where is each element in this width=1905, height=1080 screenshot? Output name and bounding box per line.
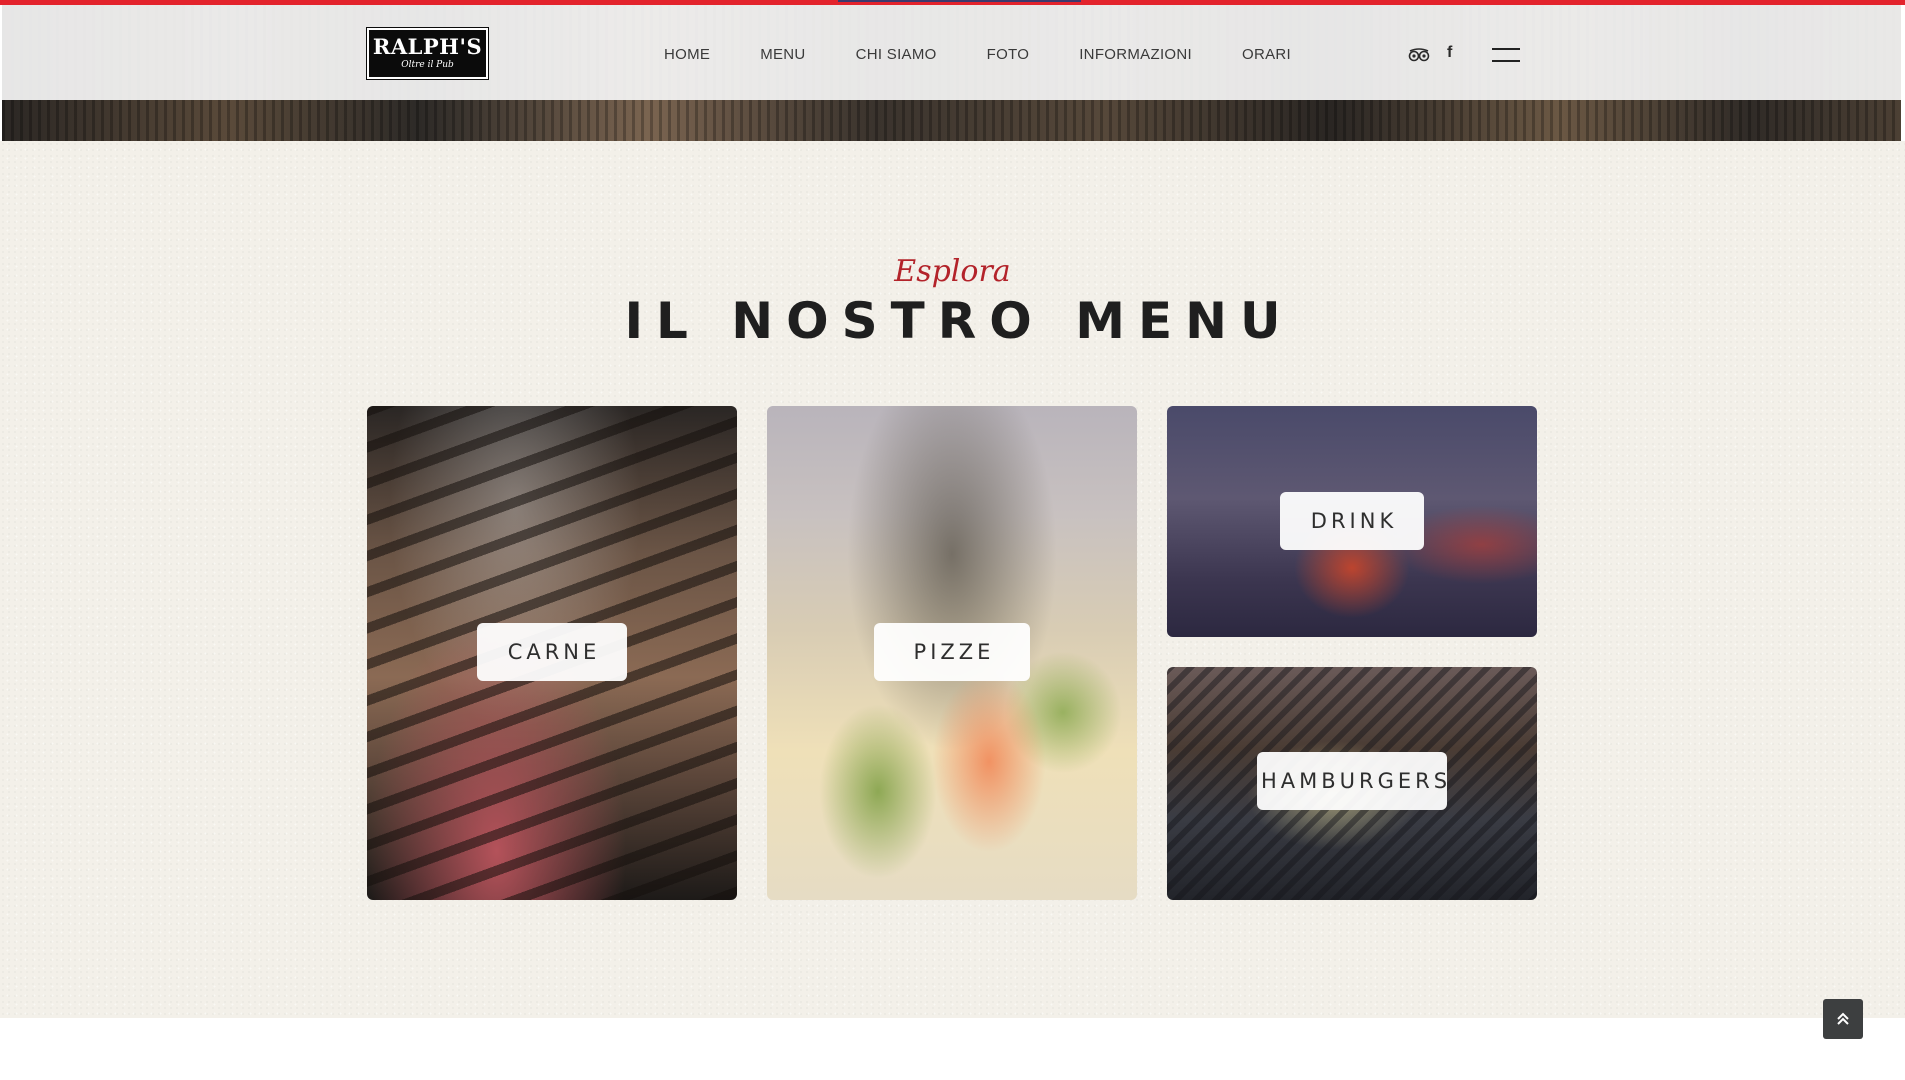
top-accent-bar	[0, 0, 1905, 5]
nav-item-orari[interactable]: ORARI	[1242, 46, 1291, 63]
nav-item-foto[interactable]: FOTO	[987, 46, 1030, 63]
site-logo[interactable]: RALPH'S Oltre il Pub	[366, 27, 489, 80]
nav-item-home[interactable]: HOME	[664, 46, 710, 63]
menu-card-drink[interactable]: DRINK	[1167, 406, 1537, 637]
section-title: IL NOSTRO MENU	[624, 292, 1294, 350]
main-navigation: HOME MENU CHI SIAMO FOTO INFORMAZIONI OR…	[664, 44, 1291, 64]
nav-item-informazioni[interactable]: INFORMAZIONI	[1079, 46, 1192, 63]
menu-card-carne[interactable]: CARNE	[367, 406, 737, 900]
facebook-icon[interactable]: f	[1447, 43, 1452, 63]
nav-item-menu[interactable]: MENU	[760, 46, 805, 63]
double-chevron-up-icon	[1837, 1012, 1849, 1025]
hamburger-menu-icon[interactable]	[1492, 48, 1520, 62]
menu-card-label[interactable]: CARNE	[477, 623, 627, 681]
nav-item-chi-siamo[interactable]: CHI SIAMO	[856, 46, 937, 63]
logo-tagline: Oltre il Pub	[401, 60, 454, 70]
section-eyebrow: Esplora	[894, 254, 1011, 289]
menu-card-label[interactable]: HAMBURGERS	[1257, 752, 1447, 810]
menu-card-pizze[interactable]: PIZZE	[767, 406, 1137, 900]
scroll-progress-indicator	[838, 0, 1081, 2]
menu-card-label[interactable]: PIZZE	[874, 623, 1030, 681]
menu-section: Esplora IL NOSTRO MENU CARNE PIZZE DRINK…	[0, 141, 1905, 1018]
site-header: RALPH'S Oltre il Pub HOME MENU CHI SIAMO…	[2, 5, 1901, 100]
back-to-top-button[interactable]	[1823, 999, 1863, 1039]
menu-card-label[interactable]: DRINK	[1280, 492, 1424, 550]
menu-card-hamburgers[interactable]: HAMBURGERS	[1167, 667, 1537, 900]
logo-title: RALPH'S	[372, 34, 483, 59]
tripadvisor-icon[interactable]	[1408, 47, 1430, 62]
